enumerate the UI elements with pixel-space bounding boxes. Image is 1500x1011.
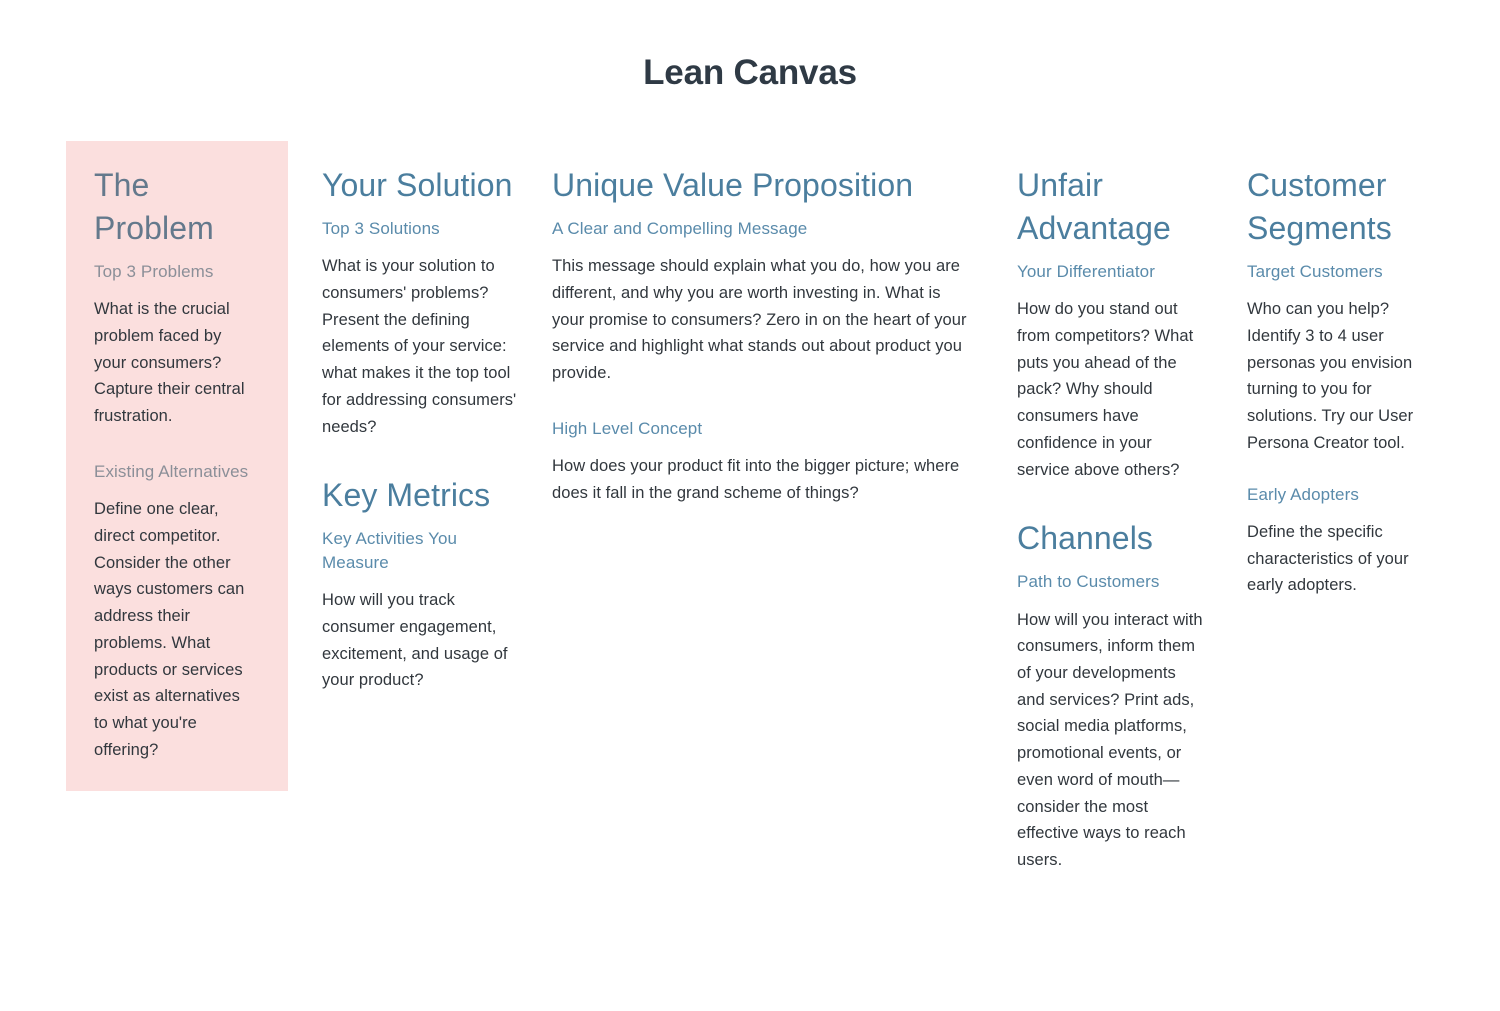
- section-subtitle-existing-alternatives: Existing Alternatives: [94, 461, 249, 481]
- section-subtitle-key-activities: Key Activities You Measure: [322, 529, 458, 572]
- block-channels: Channels Path to Customers How will you …: [1017, 517, 1207, 874]
- column-unique-value-proposition: Unique Value Proposition A Clear and Com…: [552, 141, 972, 507]
- block-early-adopters: Early Adopters Define the specific chara…: [1247, 483, 1442, 600]
- block-key-metrics: Key Metrics Key Activities You Measure H…: [322, 474, 522, 694]
- section-body-early-adopters: Define the specific characteristics of y…: [1247, 522, 1409, 595]
- section-title-key-metrics: Key Metrics: [322, 477, 491, 514]
- column-customer-segments: Customer Segments Target Customers Who c…: [1247, 141, 1442, 599]
- section-subtitle-target-customers: Target Customers: [1247, 261, 1383, 281]
- block-customer-segments: Customer Segments Target Customers Who c…: [1247, 164, 1442, 457]
- block-high-level-concept: High Level Concept How does your product…: [552, 417, 972, 507]
- section-subtitle-early-adopters: Early Adopters: [1247, 484, 1359, 504]
- section-subtitle-top-3-problems: Top 3 Problems: [94, 261, 214, 281]
- section-body-uvp: This message should explain what you do,…: [552, 257, 967, 383]
- section-body-problem: What is the crucial problem faced by you…: [94, 300, 245, 426]
- block-solution: Your Solution Top 3 Solutions What is yo…: [322, 164, 522, 440]
- block-problem: The Problem Top 3 Problems What is the c…: [94, 164, 258, 430]
- block-uvp: Unique Value Proposition A Clear and Com…: [552, 164, 972, 387]
- column-solution: Your Solution Top 3 Solutions What is yo…: [322, 141, 522, 694]
- section-body-key-metrics: How will you track consumer engagement, …: [322, 591, 508, 690]
- section-subtitle-your-differentiator: Your Differentiator: [1017, 261, 1155, 281]
- section-subtitle-clear-compelling-message: A Clear and Compelling Message: [552, 218, 808, 238]
- section-body-solution: What is your solution to consumers' prob…: [322, 257, 517, 436]
- section-title-problem: The Problem: [94, 167, 214, 246]
- block-unfair-advantage: Unfair Advantage Your Differentiator How…: [1017, 164, 1207, 483]
- column-problem: The Problem Top 3 Problems What is the c…: [66, 141, 288, 792]
- section-title-channels: Channels: [1017, 520, 1154, 557]
- section-body-existing-alternatives: Define one clear, direct competitor. Con…: [94, 500, 245, 759]
- section-body-high-level-concept: How does your product fit into the bigge…: [552, 457, 960, 503]
- section-body-channels: How will you interact with consumers, in…: [1017, 610, 1203, 870]
- canvas-columns: The Problem Top 3 Problems What is the c…: [0, 141, 1500, 874]
- block-existing-alternatives: Existing Alternatives Define one clear, …: [94, 460, 258, 764]
- column-unfair-advantage: Unfair Advantage Your Differentiator How…: [1017, 141, 1207, 874]
- section-title-solution: Your Solution: [322, 167, 513, 203]
- section-body-customer-segments: Who can you help? Identify 3 to 4 user p…: [1247, 300, 1414, 452]
- section-subtitle-high-level-concept: High Level Concept: [552, 418, 703, 438]
- page-title: Lean Canvas: [643, 53, 857, 92]
- section-body-unfair-advantage: How do you stand out from competitors? W…: [1017, 300, 1194, 479]
- lean-canvas-page: Lean Canvas The Problem Top 3 Problems W…: [0, 0, 1500, 1011]
- section-title-customer-segments: Customer Segments: [1247, 167, 1392, 246]
- section-subtitle-top-3-solutions: Top 3 Solutions: [322, 218, 440, 238]
- section-title-unfair-advantage: Unfair Advantage: [1017, 167, 1171, 246]
- section-title-unique-value-proposition: Unique Value Proposition: [552, 167, 914, 203]
- section-subtitle-path-to-customers: Path to Customers: [1017, 572, 1160, 592]
